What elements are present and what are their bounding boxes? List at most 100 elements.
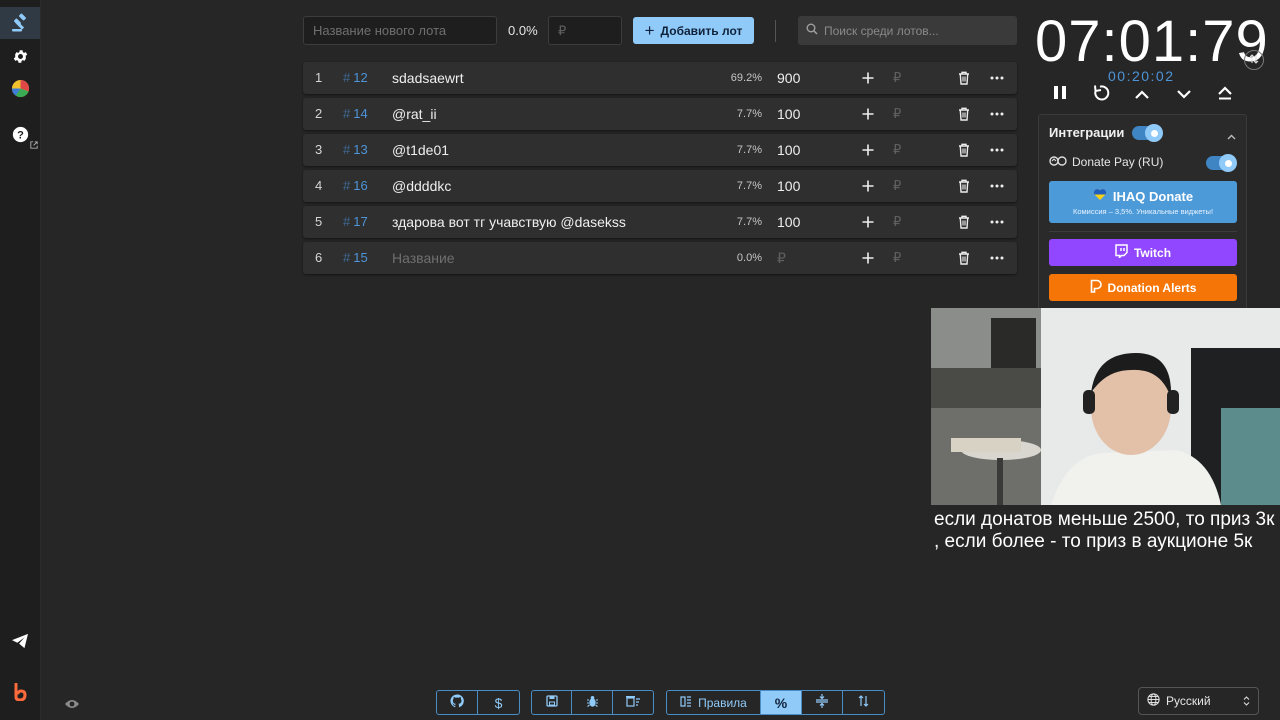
pause-button[interactable] (1048, 84, 1072, 106)
sidebar-item-auction[interactable] (0, 7, 40, 39)
add-amount-button[interactable] (858, 98, 878, 130)
add-amount-button[interactable] (858, 62, 878, 94)
percent-icon: % (774, 694, 788, 711)
integrations-toggle[interactable] (1132, 124, 1163, 142)
donation-alerts-button[interactable]: Donation Alerts (1049, 274, 1237, 301)
delete-lot-button[interactable] (955, 170, 973, 202)
ihaq-donate-button[interactable]: IHAQ Donate Комиссия – 3,5%. Уникальные … (1049, 181, 1237, 223)
subtract-time-button[interactable] (1172, 84, 1196, 106)
plus-icon: + (644, 21, 655, 40)
new-lot-amount-input[interactable] (548, 16, 622, 45)
percent-toggle[interactable]: % (761, 691, 802, 714)
add-amount-button[interactable] (858, 242, 878, 274)
lot-percent: 7.7% (736, 180, 762, 192)
reset-timer-button[interactable] (1089, 84, 1113, 106)
twitch-button[interactable]: Twitch (1049, 239, 1237, 266)
globe-icon (1147, 693, 1160, 709)
delete-lot-button[interactable] (955, 98, 973, 130)
lot-id[interactable]: #15 (343, 242, 368, 274)
lot-menu-button[interactable] (988, 206, 1006, 238)
lot-id[interactable]: #14 (343, 98, 368, 130)
bidding-logo-icon (12, 683, 28, 701)
add-lot-button[interactable]: + Добавить лот (633, 17, 754, 44)
sidebar: ? (0, 0, 41, 720)
lot-amount[interactable]: 100 (777, 134, 800, 166)
lot-extra-amount-field[interactable]: ₽ (893, 206, 901, 238)
ihaq-title: IHAQ Donate (1112, 188, 1194, 204)
lot-id[interactable]: #12 (343, 62, 368, 94)
sort-toggle[interactable] (843, 691, 884, 714)
delete-lot-button[interactable] (955, 134, 973, 166)
delete-lot-button[interactable] (955, 62, 973, 94)
report-bug-button[interactable] (572, 691, 613, 714)
lot-amount[interactable]: 100 (777, 170, 800, 202)
lot-amount-placeholder[interactable]: ₽ (777, 242, 786, 274)
sidebar-item-settings[interactable] (0, 40, 40, 72)
lot-row[interactable]: 2 #14 @rat_ii 7.7% 100 ₽ (303, 98, 1017, 130)
lot-id[interactable]: #16 (343, 170, 368, 202)
lot-name[interactable]: @rat_ii (392, 98, 437, 130)
lot-row[interactable]: 1 #12 sdadsaewrt 69.2% 900 ₽ (303, 62, 1017, 94)
lot-extra-amount-field[interactable]: ₽ (893, 242, 901, 274)
donate-button[interactable]: $ (478, 691, 519, 714)
chevron-up-icon[interactable] (1227, 127, 1236, 145)
lot-menu-button[interactable] (988, 98, 1006, 130)
lot-name[interactable]: @ddddkc (392, 170, 451, 202)
search-input[interactable] (824, 23, 1004, 38)
lot-menu-button[interactable] (988, 242, 1006, 274)
lot-extra-amount-field[interactable]: ₽ (893, 62, 901, 94)
eye-icon[interactable] (64, 697, 80, 715)
lot-name-placeholder[interactable]: Название (392, 242, 455, 274)
delete-lot-button[interactable] (955, 242, 973, 274)
sidebar-item-telegram[interactable] (0, 625, 40, 657)
compact-view-toggle[interactable] (802, 691, 843, 714)
lot-amount[interactable]: 900 (777, 62, 800, 94)
lot-row[interactable]: 4 #16 @ddddkc 7.7% 100 ₽ (303, 170, 1017, 202)
lot-search[interactable] (798, 16, 1017, 45)
sidebar-item-logo[interactable] (0, 676, 40, 708)
save-button[interactable] (532, 691, 572, 714)
lot-id[interactable]: #13 (343, 134, 368, 166)
lot-row[interactable]: 5 #17 здарова вот тг учавствую @dasekss 7.7… (303, 206, 1017, 238)
lot-row[interactable]: 3 #13 @t1de01 7.7% 100 ₽ (303, 134, 1017, 166)
lot-name[interactable]: здарова вот тг учавствую @dasekss (392, 206, 626, 238)
gavel-icon (10, 13, 30, 33)
lot-name[interactable]: sdadsaewrt (392, 62, 464, 94)
lot-menu-button[interactable] (988, 170, 1006, 202)
links-group: $ (436, 690, 520, 715)
language-select[interactable]: Русский (1138, 687, 1259, 715)
lot-id-value: 15 (353, 250, 368, 265)
new-lot-name-input[interactable] (303, 16, 497, 45)
add-time-button[interactable] (1130, 84, 1154, 106)
lot-id-prefix: # (343, 106, 351, 121)
github-button[interactable] (437, 691, 478, 714)
help-icon: ? (12, 126, 29, 143)
double-time-button[interactable] (1213, 84, 1237, 106)
lot-row[interactable]: 6 #15 Название 0.0% ₽ ₽ (303, 242, 1017, 274)
chevron-down-icon (1177, 86, 1191, 104)
donation-alerts-label: Donation Alerts (1107, 280, 1197, 295)
lot-extra-amount-field[interactable]: ₽ (893, 98, 901, 130)
lot-name[interactable]: @t1de01 (392, 134, 449, 166)
trash-icon (958, 215, 970, 229)
lot-menu-button[interactable] (988, 62, 1006, 94)
lot-amount[interactable]: 100 (777, 206, 800, 238)
swap-timer-button[interactable] (1244, 50, 1264, 70)
pause-icon (1053, 85, 1067, 105)
donate-pay-toggle[interactable] (1206, 154, 1237, 172)
lot-index: 6 (315, 250, 323, 265)
lot-extra-amount-field[interactable]: ₽ (893, 134, 901, 166)
sidebar-item-statistics[interactable] (0, 72, 40, 104)
lot-id[interactable]: #17 (343, 206, 368, 238)
lot-menu-button[interactable] (988, 134, 1006, 166)
lot-amount[interactable]: 100 (777, 98, 800, 130)
add-amount-button[interactable] (858, 134, 878, 166)
clear-lots-button[interactable] (613, 691, 653, 714)
add-amount-button[interactable] (858, 206, 878, 238)
dollar-icon: $ (494, 694, 503, 711)
delete-lot-button[interactable] (955, 206, 973, 238)
add-amount-button[interactable] (858, 170, 878, 202)
rules-button[interactable]: Правила (667, 691, 761, 714)
secondary-timer: 00:20:02 (1108, 68, 1175, 84)
lot-extra-amount-field[interactable]: ₽ (893, 170, 901, 202)
